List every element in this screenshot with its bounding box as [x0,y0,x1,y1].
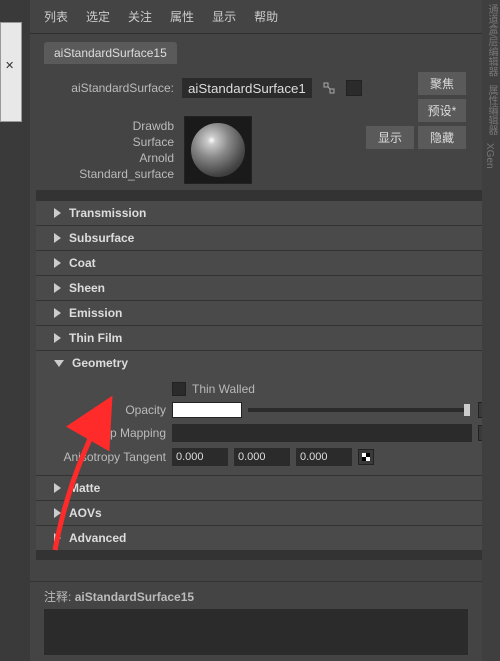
section-thinfilm[interactable]: Thin Film [36,326,494,350]
opacity-label: Opacity [36,403,166,417]
node-type-labels: Drawdb Surface Arnold Standard_surface [44,118,174,182]
node-name-label: aiStandardSurface: [44,81,174,95]
hide-button[interactable]: 隐藏 [418,126,466,149]
dock-tab-attred[interactable]: 属性编辑器 [482,81,500,139]
chevron-right-icon [54,283,61,293]
attribute-editor-panel: 列表 选定 关注 属性 显示 帮助 aiStandardSurface15 ai… [30,0,500,661]
notes-textarea[interactable] [44,609,468,655]
close-icon[interactable]: ✕ [5,59,14,72]
material-swatch[interactable] [184,116,252,184]
node-input-icon[interactable] [346,80,362,96]
chevron-right-icon [54,258,61,268]
chevron-right-icon [54,208,61,218]
thin-walled-checkbox[interactable] [172,382,186,396]
aniso-map-button[interactable] [358,449,374,465]
section-coat[interactable]: Coat [36,251,494,275]
chevron-down-icon [54,360,64,367]
attributes-scroll: Transmission Subsurface Coat Sheen Emiss… [36,190,494,560]
section-sheen[interactable]: Sheen [36,276,494,300]
docked-panel-stub: ✕ [0,22,22,122]
bump-input[interactable] [172,424,472,442]
section-aovs[interactable]: AOVs [36,501,494,525]
aniso-label: Anisotropy Tangent [22,450,166,464]
section-subsurface[interactable]: Subsurface [36,226,494,250]
notes-section: 注释: aiStandardSurface15 [30,581,482,661]
menu-attrs[interactable]: 属性 [170,8,194,25]
section-geometry[interactable]: Geometry [36,351,494,375]
opacity-color[interactable] [172,402,242,418]
lock-icon[interactable] [320,79,338,97]
sphere-icon [191,123,245,177]
geometry-body: Thin Walled Opacity Bump Mapping Anisotr… [36,375,494,475]
section-transmission[interactable]: Transmission [36,201,494,225]
node-name-input[interactable] [182,78,312,98]
section-matte[interactable]: Matte [36,476,494,500]
aniso-y-input[interactable] [234,448,290,466]
chevron-right-icon [54,533,61,543]
opacity-slider[interactable] [248,408,468,412]
tab-node[interactable]: aiStandardSurface15 [44,42,177,64]
menu-display[interactable]: 显示 [212,8,236,25]
notes-label: 注释: [44,590,71,604]
menu-help[interactable]: 帮助 [254,8,278,25]
menu-focus[interactable]: 关注 [128,8,152,25]
dock-tab-channelbox[interactable]: 通道盒/层编辑器 [482,0,500,81]
aniso-z-input[interactable] [296,448,352,466]
bump-label: Bump Mapping [36,426,166,440]
tab-bar: aiStandardSurface15 [30,34,500,64]
chevron-right-icon [54,483,61,493]
preset-button[interactable]: 预设* [418,99,466,122]
node-header: aiStandardSurface: 聚焦 预设* 显示 隐藏 [30,64,500,106]
section-advanced[interactable]: Advanced [36,526,494,550]
thin-walled-label: Thin Walled [192,382,255,396]
notes-node-name: aiStandardSurface15 [75,590,194,604]
show-button[interactable]: 显示 [366,126,414,149]
chevron-right-icon [54,233,61,243]
menu-list[interactable]: 列表 [44,8,68,25]
right-dock-tabs: 通道盒/层编辑器 属性编辑器 XGen [482,0,500,661]
dock-tab-xgen[interactable]: XGen [482,139,497,173]
chevron-right-icon [54,508,61,518]
menu-bar: 列表 选定 关注 属性 显示 帮助 [30,0,500,34]
aniso-x-input[interactable] [172,448,228,466]
menu-select[interactable]: 选定 [86,8,110,25]
focus-button[interactable]: 聚焦 [418,72,466,95]
chevron-right-icon [54,333,61,343]
chevron-right-icon [54,308,61,318]
section-emission[interactable]: Emission [36,301,494,325]
